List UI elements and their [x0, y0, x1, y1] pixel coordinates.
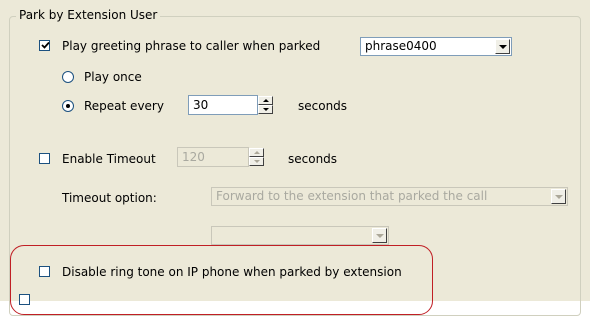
dropdown-arrow-button[interactable] [495, 39, 510, 54]
timeout-option-label: Timeout option: [62, 191, 157, 205]
timeout-option-value: Forward to the extension that parked the… [216, 189, 488, 203]
timeout-unit-label: seconds [288, 152, 338, 166]
repeat-interval-input[interactable]: 30 [188, 95, 258, 115]
enable-timeout-checkbox[interactable] [39, 153, 50, 164]
play-once-radio[interactable] [62, 71, 74, 83]
arrow-up-icon [254, 151, 260, 154]
timeout-value: 120 [182, 150, 205, 164]
timeout-target-select[interactable] [211, 226, 389, 245]
radio-selected-dot [66, 104, 70, 108]
stepper-up-button[interactable] [249, 148, 264, 157]
group-title: Park by Extension User [16, 7, 161, 23]
highlight-annotation [10, 245, 433, 315]
repeat-interval-value: 30 [193, 98, 209, 112]
repeat-every-radio[interactable] [62, 100, 74, 112]
stepper-down-button[interactable] [258, 105, 273, 114]
repeat-every-label: Repeat every [84, 99, 164, 113]
dropdown-arrow-button[interactable] [372, 228, 387, 243]
play-greeting-checkbox[interactable] [39, 40, 50, 51]
repeat-interval-stepper[interactable] [258, 96, 273, 114]
checkmark-icon [41, 41, 50, 49]
stepper-up-button[interactable] [258, 96, 273, 105]
stepper-down-button[interactable] [249, 157, 264, 166]
greeting-phrase-select[interactable]: phrase0400 [360, 37, 512, 56]
chevron-down-icon [376, 234, 384, 238]
repeat-unit-label: seconds [298, 99, 348, 113]
play-greeting-label: Play greeting phrase to caller when park… [62, 39, 321, 53]
dropdown-arrow-button[interactable] [551, 189, 566, 204]
timeout-option-select[interactable]: Forward to the extension that parked the… [211, 187, 568, 206]
greeting-phrase-value: phrase0400 [365, 39, 437, 53]
arrow-down-icon [263, 108, 269, 111]
timeout-stepper[interactable] [249, 148, 264, 166]
park-settings-panel: Park by Extension User Play greeting phr… [0, 0, 590, 316]
arrow-down-icon [254, 160, 260, 163]
play-once-label: Play once [84, 70, 142, 84]
timeout-input[interactable]: 120 [177, 147, 249, 167]
chevron-down-icon [555, 195, 563, 199]
chevron-down-icon [499, 45, 507, 49]
enable-timeout-label: Enable Timeout [62, 152, 156, 166]
arrow-up-icon [263, 99, 269, 102]
